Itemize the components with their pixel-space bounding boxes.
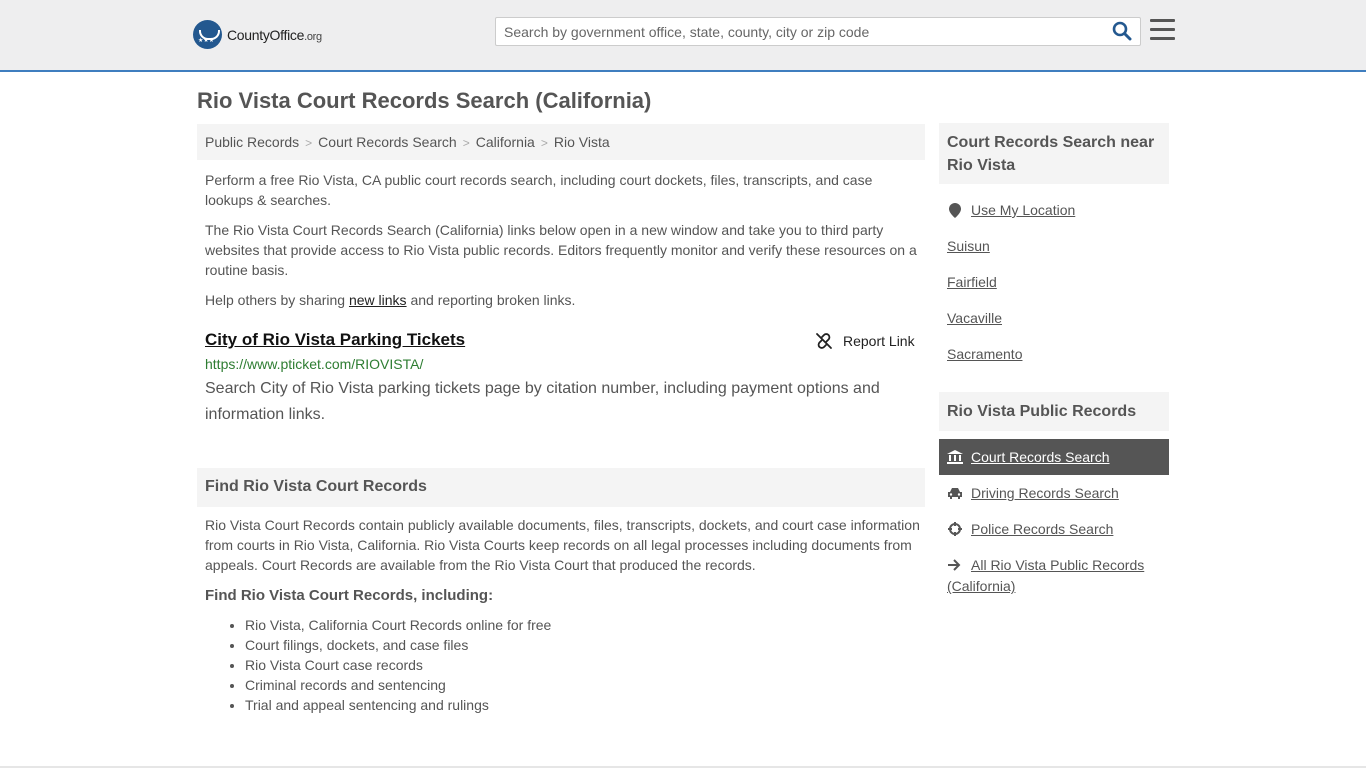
find-section-heading: Find Rio Vista Court Records — [197, 468, 925, 507]
broken-link-icon — [816, 333, 832, 349]
list-item: Trial and appeal sentencing and rulings — [245, 695, 551, 715]
sidebar-item-driving-records[interactable]: Driving Records Search — [947, 485, 1119, 501]
car-icon — [947, 485, 963, 501]
list-item: Rio Vista, California Court Records onli… — [245, 615, 551, 635]
nearby-link-fairfield[interactable]: Fairfield — [947, 274, 997, 290]
all-public-records-link[interactable]: All Rio Vista Public Records (California… — [947, 557, 1144, 594]
sidebar-item-all-records: All Rio Vista Public Records (California… — [947, 555, 1167, 596]
menu-bar-icon — [1150, 19, 1175, 22]
breadcrumb-separator-icon: > — [462, 136, 470, 150]
breadcrumb-separator-icon: > — [540, 136, 548, 150]
hamburger-menu-button[interactable] — [1150, 19, 1175, 41]
site-header: CountyOffice.org — [0, 0, 1366, 72]
sidebar-public-heading: Rio Vista Public Records — [939, 392, 1169, 431]
breadcrumb-rio-vista[interactable]: Rio Vista — [554, 134, 610, 150]
result-description: Search City of Rio Vista parking tickets… — [205, 380, 880, 423]
nearby-link-suisun[interactable]: Suisun — [947, 238, 990, 254]
nearby-link-sacramento[interactable]: Sacramento — [947, 346, 1022, 362]
breadcrumb: Public Records > Court Records Search > Cali… — [197, 124, 925, 160]
find-list: Rio Vista, California Court Records onli… — [245, 615, 551, 715]
use-my-location-link[interactable]: Use My Location — [947, 202, 1075, 218]
sidebar-near-heading: Court Records Search near Rio Vista — [939, 123, 1169, 184]
search-input[interactable] — [496, 18, 1106, 45]
map-pin-icon — [947, 202, 963, 218]
breadcrumb-separator-icon: > — [305, 136, 313, 150]
menu-bar-icon — [1150, 37, 1175, 40]
intro-paragraph-2: The Rio Vista Court Records Search (Cali… — [205, 222, 917, 278]
list-item: Criminal records and sentencing — [245, 675, 551, 695]
nearby-link-vacaville[interactable]: Vacaville — [947, 310, 1002, 326]
result-title-link[interactable]: City of Rio Vista Parking Tickets — [205, 330, 465, 350]
site-logo[interactable]: CountyOffice.org — [193, 20, 322, 49]
crosshair-icon — [947, 521, 963, 537]
list-item: Rio Vista Court case records — [245, 655, 551, 675]
logo-text: CountyOffice — [227, 26, 305, 43]
list-item: Court filings, dockets, and case files — [245, 635, 551, 655]
search-box — [495, 17, 1141, 46]
menu-bar-icon — [1150, 28, 1175, 31]
logo-org: .org — [304, 30, 322, 43]
page-title: Rio Vista Court Records Search (Californ… — [197, 88, 652, 113]
intro-paragraph-3: Help others by sharing new links and rep… — [205, 292, 576, 308]
new-links-link[interactable]: new links — [349, 292, 407, 308]
intro-paragraph-1: Perform a free Rio Vista, CA public cour… — [205, 172, 873, 208]
courthouse-icon — [947, 449, 963, 465]
find-subheading: Find Rio Vista Court Records, including: — [205, 587, 494, 604]
search-button[interactable] — [1112, 21, 1134, 43]
sidebar-item-police-records[interactable]: Police Records Search — [947, 521, 1113, 537]
sidebar-item-court-records-search[interactable]: Court Records Search — [939, 439, 1169, 475]
report-link-button[interactable]: Report Link — [815, 332, 915, 350]
result-url: https://www.pticket.com/RIOVISTA/ — [205, 356, 424, 372]
breadcrumb-court-records-search[interactable]: Court Records Search — [318, 134, 457, 150]
logo-badge-icon — [193, 20, 222, 49]
report-link-label: Report Link — [843, 333, 915, 349]
search-icon — [1112, 21, 1132, 41]
arrow-right-icon — [947, 556, 963, 576]
find-section-body: Rio Vista Court Records contain publicly… — [205, 517, 920, 573]
breadcrumb-public-records[interactable]: Public Records — [205, 134, 299, 150]
breadcrumb-california[interactable]: California — [476, 134, 535, 150]
